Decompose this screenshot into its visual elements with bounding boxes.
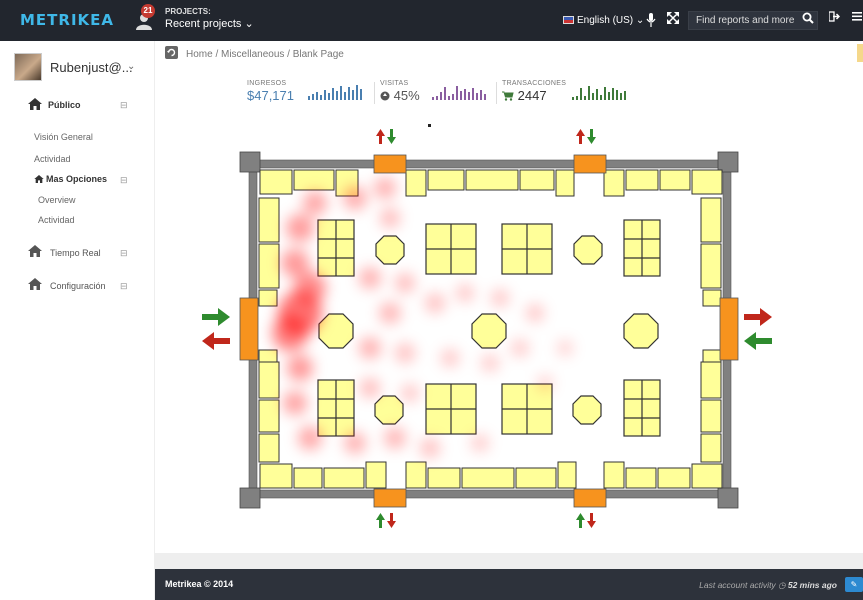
stat-separator [496,82,497,104]
username[interactable]: Rubenjust@... [50,60,133,75]
home-icon [34,175,44,183]
footer-activity: Last account activity ◷ 52 mins ago [699,580,837,591]
home-icon [28,245,42,257]
search-icon[interactable] [802,12,814,24]
footer: Metrikea © 2014 Last account activity ◷ … [155,569,863,600]
stat-number-visitas: 45% [393,88,420,103]
stat-transacciones: TRANSACCIONES 2447 [502,80,566,103]
sparkline-transacciones [572,86,626,100]
sidebar-toggle-tiempo-real[interactable]: ⊟ [120,248,128,259]
sidebar-item-overview[interactable]: Overview [38,195,76,205]
search-input[interactable] [688,11,818,30]
flag-icon [563,16,574,25]
stat-value-ingresos: $47,171 [247,88,294,103]
sidebar-toggle-publico[interactable]: ⊟ [120,100,128,111]
store-floorplan-heatmap[interactable] [190,118,780,548]
mic-icon[interactable] [646,13,656,27]
sidebar-toggle-mas-opciones[interactable]: ⊟ [120,175,128,186]
sidebar-item-mas-opciones[interactable]: Mas Opciones [46,174,107,184]
side-tab[interactable] [857,44,863,62]
sidebar-item-actividad[interactable]: Actividad [34,154,71,164]
cart-icon [502,91,514,101]
footer-settings-button[interactable]: ✎ [845,577,863,592]
globe-icon [380,91,390,101]
footer-copyright: Metrikea © 2014 [165,579,234,589]
breadcrumb[interactable]: Home / Miscellaneous / Blank Page [186,49,344,60]
content-bottom-band [155,553,863,569]
top-header: METRIKEA 21 PROJECTS: Recent projects ⌄ … [0,0,863,41]
activity-label: Last account activity [699,580,776,590]
language-selector[interactable]: English (US) ⌄ [563,15,644,26]
clock-icon: ◷ [778,580,786,590]
sidebar-toggle-configuracion[interactable]: ⊟ [120,281,128,292]
home-icon [28,278,42,290]
stat-label-ingresos: INGRESOS [247,80,287,87]
sidebar-item-publico[interactable]: Público [48,100,81,110]
expand-icon[interactable] [667,12,679,24]
avatar[interactable] [14,53,42,81]
sidebar-item-configuracion[interactable]: Configuración [50,281,106,291]
menu-icon[interactable] [852,11,862,21]
sidebar [0,41,155,600]
sparkline-visitas [432,86,486,100]
stat-value-visitas: 45% [380,88,420,103]
interior-shelves [317,219,661,437]
app-logo[interactable]: METRIKEA [20,11,114,29]
projects-dropdown[interactable]: PROJECTS: Recent projects ⌄ [165,7,254,30]
sidebar-item-vision-general[interactable]: Visión General [34,132,93,142]
sidebar-item-actividad-sub[interactable]: Actividad [38,215,75,225]
user-caret[interactable]: ⌄ [127,61,135,72]
language-label: English (US) ⌄ [577,15,645,26]
stat-value-transacciones: 2447 [502,88,566,103]
sparkline-ingresos [308,85,362,100]
refresh-icon[interactable] [165,46,178,59]
logout-icon[interactable] [829,11,840,22]
sidebar-item-tiempo-real[interactable]: Tiempo Real [50,248,101,258]
projects-value: Recent projects ⌄ [165,18,254,30]
activity-value: 52 mins ago [787,580,837,590]
stat-number-transacciones: 2447 [517,88,547,103]
stat-ingresos: INGRESOS $47,171 [247,80,294,103]
stat-separator [374,82,375,104]
notification-badge: 21 [141,4,155,18]
projects-label: PROJECTS: [165,7,211,16]
home-icon [28,98,42,110]
stat-label-transacciones: TRANSACCIONES [502,80,567,87]
stat-label-visitas: VISITAS [380,80,409,87]
stat-visitas: VISITAS 45% [380,80,420,103]
